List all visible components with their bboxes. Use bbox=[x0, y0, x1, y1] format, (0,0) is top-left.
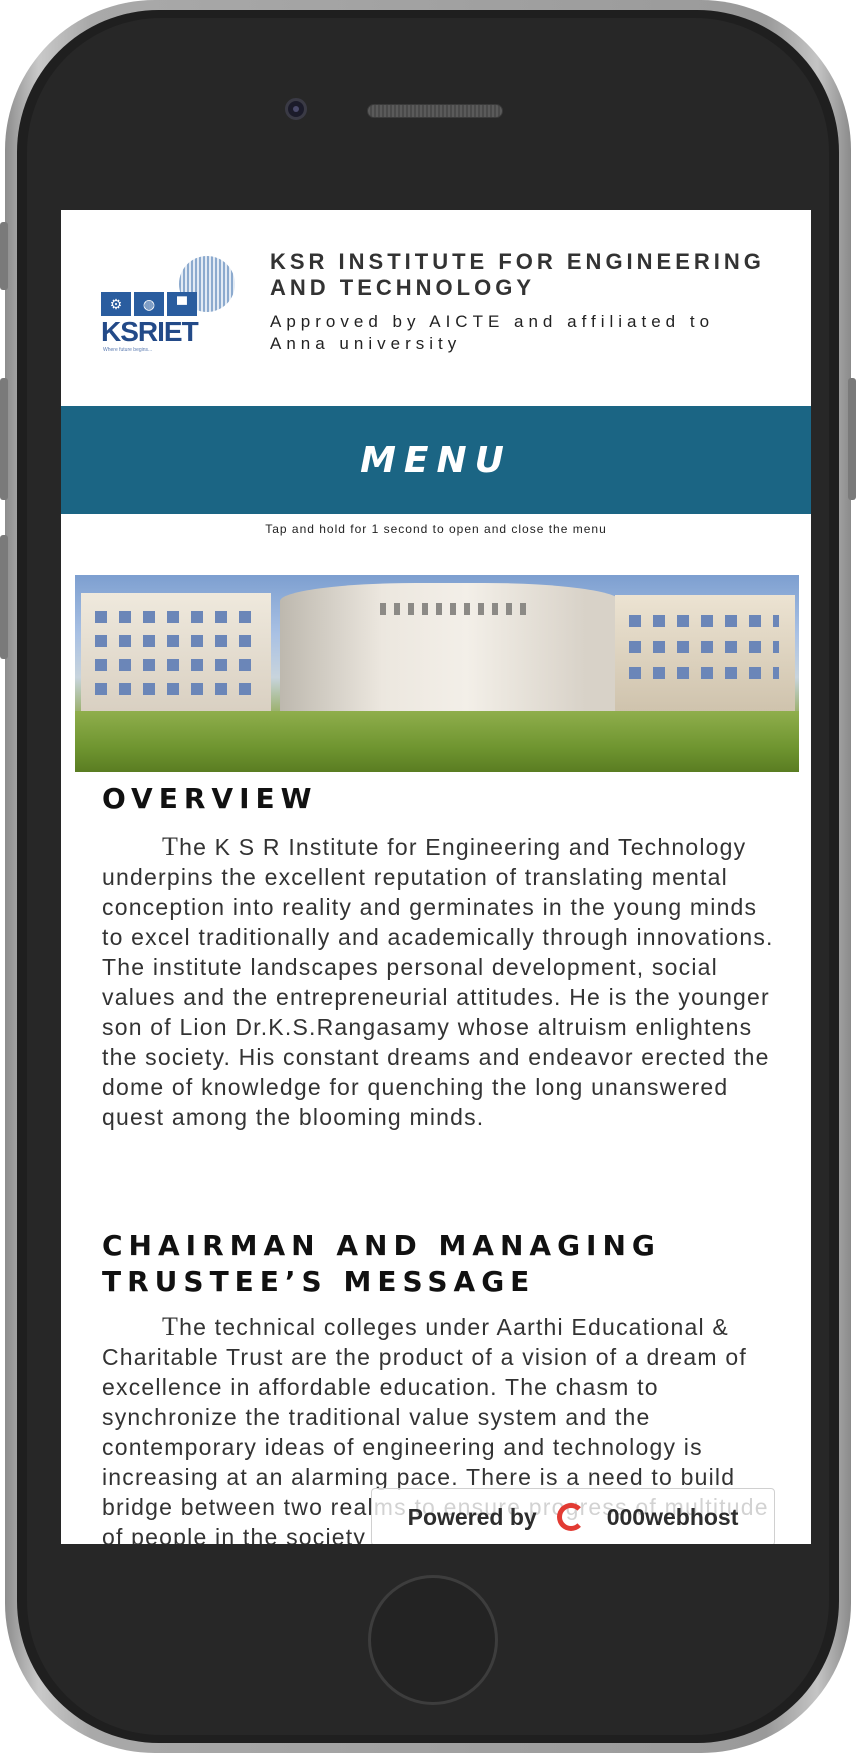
powered-by-label: Powered by bbox=[407, 1503, 537, 1530]
lawn bbox=[75, 711, 799, 772]
logo-tagline: Where future begins... bbox=[103, 347, 153, 353]
ksriet-logo[interactable]: ⚙ ◍ ▀ KSRIET Where future begins... bbox=[101, 256, 235, 353]
campus-banner-image bbox=[75, 575, 799, 772]
front-camera-icon bbox=[285, 98, 307, 120]
chairman-title: CHAIRMAN AND MANAGING TRUSTEE’S MESSAGE bbox=[102, 1229, 661, 1298]
right-building bbox=[615, 595, 795, 711]
central-dome-building bbox=[280, 583, 620, 713]
overview-title: OVERVIEW bbox=[102, 782, 318, 815]
graduation-cap-icon: ▀ bbox=[167, 292, 197, 316]
webhost-logo-icon bbox=[551, 1500, 593, 1534]
earpiece-speaker bbox=[367, 104, 503, 118]
volume-down-button bbox=[0, 535, 8, 659]
gears-icon: ⚙ bbox=[101, 292, 131, 316]
home-button[interactable] bbox=[368, 1575, 498, 1705]
logo-icons: ⚙ ◍ ▀ bbox=[101, 292, 197, 316]
globe-small-icon: ◍ bbox=[134, 292, 164, 316]
power-button bbox=[848, 378, 856, 500]
menu-hint: Tap and hold for 1 second to open and cl… bbox=[265, 522, 607, 536]
mute-switch bbox=[0, 222, 8, 290]
webhost-brand: 000webhost bbox=[606, 1503, 739, 1530]
left-building bbox=[81, 593, 271, 711]
site-header: ⚙ ◍ ▀ KSRIET Where future begins... KSR … bbox=[61, 210, 811, 406]
volume-up-button bbox=[0, 378, 8, 500]
phone-screen: ⚙ ◍ ▀ KSRIET Where future begins... KSR … bbox=[61, 210, 811, 1544]
overview-text: The K S R Institute for Engineering and … bbox=[102, 832, 774, 1130]
menu-bar[interactable]: MENU bbox=[61, 406, 811, 514]
menu-label[interactable]: MENU bbox=[360, 440, 512, 481]
logo-text: KSRIET bbox=[101, 316, 199, 347]
institute-name: KSR INSTITUTE FOR ENGINEERING AND TECHNO… bbox=[270, 249, 765, 300]
institute-subtitle: Approved by AICTE and affiliated to Anna… bbox=[270, 312, 715, 353]
phone-frame: ⚙ ◍ ▀ KSRIET Where future begins... KSR … bbox=[0, 0, 856, 1753]
powered-by-badge[interactable]: Powered by 000webhost bbox=[371, 1488, 775, 1544]
